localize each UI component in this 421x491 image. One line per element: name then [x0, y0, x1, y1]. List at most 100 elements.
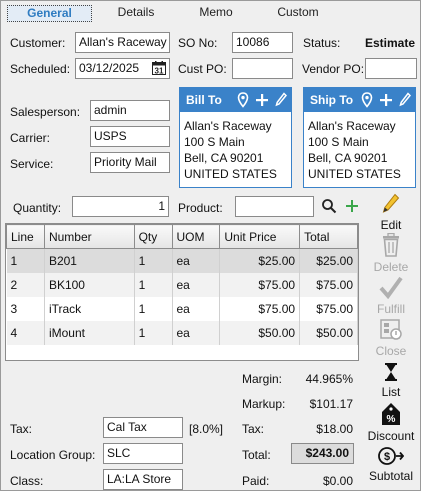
- cell-line: 3: [6, 296, 45, 321]
- col-header-number[interactable]: Number: [43, 224, 135, 249]
- search-icon[interactable]: [321, 198, 337, 214]
- discount-button[interactable]: % Discount: [367, 402, 415, 443]
- add-icon[interactable]: [255, 92, 269, 108]
- fulfill-label: Fulfill: [376, 302, 405, 316]
- status-value: Estimate: [365, 36, 416, 50]
- fulfill-button[interactable]: Fulfill: [367, 275, 415, 316]
- close-label: Close: [375, 344, 407, 358]
- map-pin-icon[interactable]: [237, 92, 249, 108]
- cust-po-field[interactable]: [232, 58, 293, 79]
- cell-qty: 1: [134, 272, 173, 297]
- vendor-po-label: Vendor PO:: [302, 62, 365, 76]
- customer-label: Customer:: [10, 36, 66, 50]
- cell-number: iMount: [44, 320, 135, 345]
- tab-details[interactable]: Details: [101, 5, 171, 22]
- cell-uom: ea: [172, 248, 221, 273]
- pencil-icon[interactable]: [399, 92, 411, 108]
- tax-total-label: Tax:: [242, 422, 265, 436]
- subtotal-button[interactable]: $ Subtotal: [364, 446, 418, 483]
- bill-to-line-3: Bell, CA 90201: [184, 151, 264, 165]
- paid-label: Paid:: [242, 474, 270, 488]
- markup-value: $101.17: [309, 397, 353, 411]
- total-label: Total:: [242, 448, 271, 462]
- bill-to-panel: Bill To Allan's Raceway 100 S Main Bell,…: [179, 87, 292, 188]
- carrier-label: Carrier:: [10, 131, 51, 145]
- subtotal-label: Subtotal: [368, 469, 414, 483]
- col-header-qty[interactable]: Qty: [133, 224, 173, 249]
- col-header-uom[interactable]: UOM: [171, 224, 221, 249]
- col-header-unit-price[interactable]: Unit Price: [219, 224, 301, 249]
- cell-number: B201: [44, 248, 135, 273]
- cell-uom: ea: [172, 296, 221, 321]
- svg-text:$: $: [384, 451, 390, 463]
- cell-unit-price: $50.00: [219, 320, 301, 345]
- ship-to-line-1: Allan's Raceway: [308, 119, 396, 133]
- hourglass-icon: [385, 363, 397, 381]
- cell-uom: ea: [172, 320, 221, 345]
- checkmark-icon: [379, 276, 403, 300]
- quantity-label: Quantity:: [13, 201, 62, 215]
- cell-qty: 1: [134, 320, 173, 345]
- items-table: Line Number Qty UOM Unit Price Total 1 B…: [6, 224, 358, 345]
- tab-custom[interactable]: Custom: [263, 5, 333, 22]
- ship-to-line-2: 100 S Main: [308, 135, 369, 149]
- edit-label: Edit: [380, 218, 402, 232]
- cell-total: $25.00: [299, 248, 358, 273]
- tab-general[interactable]: General: [7, 5, 92, 22]
- list-button[interactable]: List: [367, 362, 415, 399]
- tax-rate: [8.0%]: [189, 422, 224, 436]
- bill-to-line-4: UNITED STATES: [184, 167, 277, 181]
- col-header-line[interactable]: Line: [6, 224, 45, 249]
- quantity-field[interactable]: 1: [72, 196, 169, 217]
- bill-to-title: Bill To: [186, 93, 222, 107]
- subtotal-icon: $: [378, 447, 405, 465]
- list-label: List: [381, 385, 401, 399]
- cust-po-label: Cust PO:: [178, 62, 227, 76]
- calendar-icon[interactable]: 31: [152, 61, 166, 76]
- table-row[interactable]: 3 iTrack 1 ea $75.00 $75.00: [6, 296, 358, 321]
- salesperson-field[interactable]: admin: [90, 100, 170, 121]
- location-group-label: Location Group:: [10, 448, 96, 462]
- bill-to-line-1: Allan's Raceway: [184, 119, 272, 133]
- delete-button[interactable]: Delete: [367, 232, 415, 274]
- cell-line: 2: [6, 272, 45, 297]
- so-number-label: SO No:: [178, 36, 218, 50]
- pencil-icon[interactable]: [275, 92, 287, 108]
- tax-field[interactable]: Cal Tax: [103, 417, 183, 438]
- vendor-po-field[interactable]: [365, 58, 417, 79]
- table-row[interactable]: 4 iMount 1 ea $50.00 $50.00: [6, 320, 358, 345]
- class-field[interactable]: LA:LA Store: [103, 469, 183, 490]
- customer-field[interactable]: Allan's Raceway: [75, 32, 170, 53]
- svg-text:31: 31: [155, 67, 164, 76]
- product-field[interactable]: [235, 196, 314, 217]
- table-header-row: Line Number Qty UOM Unit Price Total: [6, 224, 358, 249]
- service-field[interactable]: Priority Mail: [90, 152, 170, 173]
- add-product-icon[interactable]: [344, 198, 360, 214]
- tab-memo[interactable]: Memo: [181, 5, 251, 22]
- tax-label: Tax:: [10, 422, 33, 436]
- cell-unit-price: $75.00: [219, 296, 301, 321]
- close-button[interactable]: Close: [367, 317, 415, 358]
- markup-label: Markup:: [242, 397, 286, 411]
- map-pin-icon[interactable]: [361, 92, 373, 108]
- cell-total: $50.00: [299, 320, 358, 345]
- add-icon[interactable]: [379, 92, 393, 108]
- cell-total: $75.00: [299, 296, 358, 321]
- salesperson-label: Salesperson:: [10, 105, 81, 119]
- status-label: Status:: [303, 36, 341, 50]
- location-group-field[interactable]: SLC: [103, 443, 183, 464]
- edit-button[interactable]: Edit: [367, 193, 415, 232]
- table-row[interactable]: 2 BK100 1 ea $75.00 $75.00: [6, 272, 358, 297]
- cell-total: $75.00: [299, 272, 358, 297]
- class-label: Class:: [10, 474, 44, 488]
- scheduled-label: Scheduled:: [10, 62, 71, 76]
- cell-line: 1: [6, 248, 45, 273]
- pencil-icon: [382, 193, 400, 213]
- sales-order-window: General Details Memo Custom Customer: Al…: [0, 0, 421, 491]
- carrier-field[interactable]: USPS: [90, 126, 170, 147]
- table-row[interactable]: 1 B201 1 ea $25.00 $25.00: [6, 248, 358, 273]
- col-header-total[interactable]: Total: [299, 224, 358, 249]
- so-number-field[interactable]: 10086: [232, 32, 293, 53]
- ship-to-panel: Ship To Allan's Raceway 100 S Main Bell,…: [303, 87, 416, 188]
- ship-to-line-4: UNITED STATES: [308, 167, 401, 181]
